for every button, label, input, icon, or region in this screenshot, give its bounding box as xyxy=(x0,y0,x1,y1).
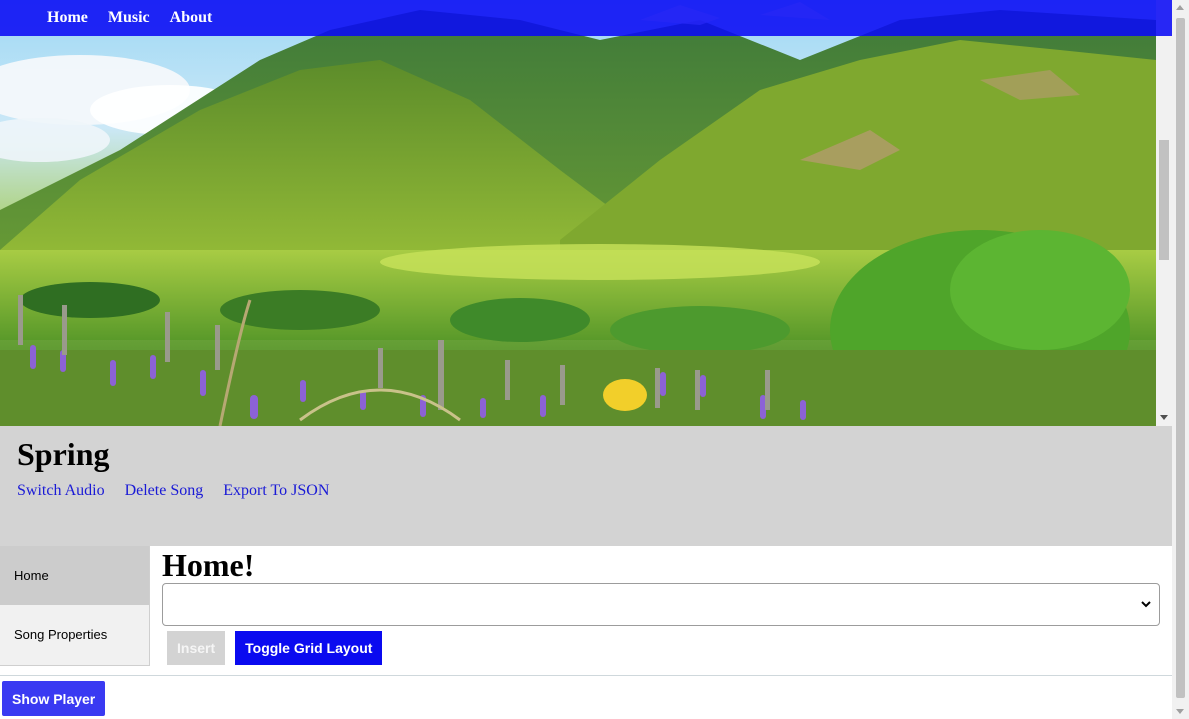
top-navigation: Home Music About xyxy=(0,0,1172,36)
nav-music-link[interactable]: Music xyxy=(108,9,150,27)
switch-audio-link[interactable]: Switch Audio xyxy=(17,482,105,500)
song-title: Spring xyxy=(17,436,110,472)
song-header: Spring Switch Audio Delete Song Export T… xyxy=(0,426,1172,546)
nav-home-link[interactable]: Home xyxy=(47,9,88,27)
main-panel: Home! Insert Toggle Grid Layout xyxy=(162,546,1160,665)
scroll-down-arrow-icon[interactable] xyxy=(1160,415,1168,420)
footer-divider xyxy=(0,675,1172,676)
delete-song-link[interactable]: Delete Song xyxy=(125,482,204,500)
page-scrollbar-thumb[interactable] xyxy=(1176,18,1185,698)
hero-image xyxy=(0,0,1156,426)
panel-title: Home! xyxy=(162,547,255,583)
tab-song-properties[interactable]: Song Properties xyxy=(0,605,149,664)
action-buttons: Insert Toggle Grid Layout xyxy=(167,631,383,665)
hero-landscape-illustration xyxy=(0,2,1156,426)
toggle-grid-layout-button[interactable]: Toggle Grid Layout xyxy=(235,631,383,665)
side-tab-list: Home Song Properties xyxy=(0,546,150,666)
hero-scrollbar-thumb[interactable] xyxy=(1159,140,1169,260)
page-scrollbar[interactable] xyxy=(1172,0,1189,719)
song-select-dropdown[interactable] xyxy=(162,583,1160,626)
chevron-down-icon xyxy=(1141,601,1151,608)
show-player-button[interactable]: Show Player xyxy=(2,681,106,716)
nav-about-link[interactable]: About xyxy=(170,9,213,27)
scroll-up-arrow-icon[interactable] xyxy=(1176,5,1184,10)
insert-button[interactable]: Insert xyxy=(167,631,226,665)
scroll-down-arrow-icon[interactable] xyxy=(1176,709,1184,714)
hero-scrollbar[interactable] xyxy=(1156,0,1172,426)
export-to-json-link[interactable]: Export To JSON xyxy=(223,482,329,500)
song-actions: Switch Audio Delete Song Export To JSON xyxy=(17,482,329,500)
tab-home[interactable]: Home xyxy=(0,546,149,605)
